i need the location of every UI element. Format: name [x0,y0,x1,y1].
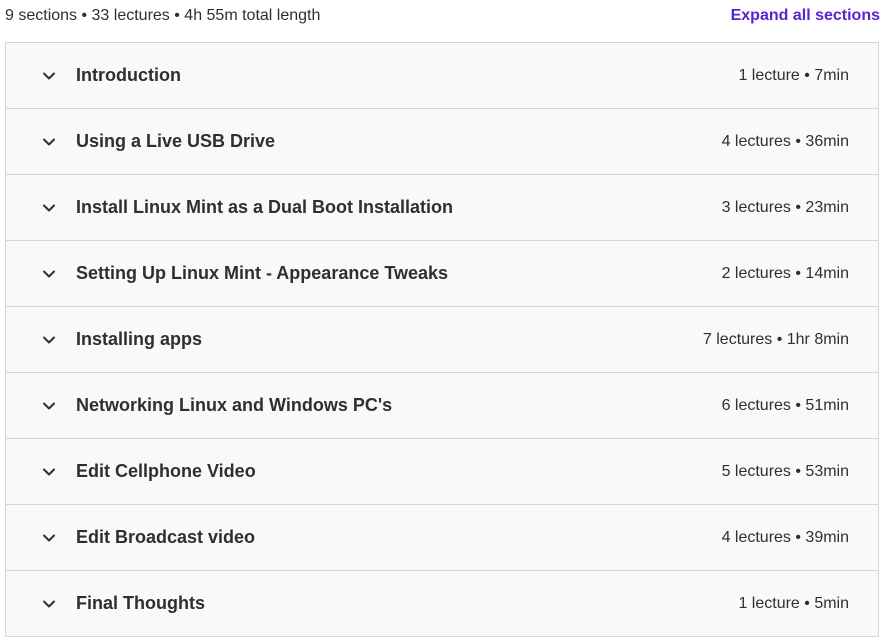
section-title: Install Linux Mint as a Dual Boot Instal… [76,197,454,217]
chevron-down-icon [42,333,56,347]
curriculum-summary: 9 sections • 33 lectures • 4h 55m total … [5,7,321,24]
section-row-installing-apps[interactable]: Installing apps 7 lectures • 1hr 8min [6,307,878,373]
section-row-networking[interactable]: Networking Linux and Windows PC's 6 lect… [6,373,878,439]
section-title: Introduction [76,65,181,85]
section-row-cellphone-video[interactable]: Edit Cellphone Video 5 lectures • 53min [6,439,878,505]
curriculum-header: 9 sections • 33 lectures • 4h 55m total … [0,0,885,42]
section-meta: 4 lectures • 36min [721,132,849,150]
section-row-broadcast-video[interactable]: Edit Broadcast video 4 lectures • 39min [6,505,878,571]
chevron-down-icon [42,267,56,281]
chevron-down-icon [42,399,56,413]
chevron-down-icon [42,465,56,479]
section-meta: 1 lecture • 7min [738,66,849,84]
section-title: Networking Linux and Windows PC's [76,395,393,415]
expand-all-sections-button[interactable]: Expand all sections [731,7,880,25]
chevron-down-icon [42,597,56,611]
section-meta: 6 lectures • 51min [721,396,849,414]
section-row-appearance-tweaks[interactable]: Setting Up Linux Mint - Appearance Tweak… [6,241,878,307]
chevron-down-icon [42,531,56,545]
section-row-dual-boot[interactable]: Install Linux Mint as a Dual Boot Instal… [6,175,878,241]
section-meta: 5 lectures • 53min [721,462,849,480]
section-meta: 1 lecture • 5min [738,594,849,612]
chevron-down-icon [42,69,56,83]
section-row-introduction[interactable]: Introduction 1 lecture • 7min [6,43,878,109]
section-title: Installing apps [76,329,203,349]
section-meta: 4 lectures • 39min [721,528,849,546]
section-meta: 7 lectures • 1hr 8min [702,330,849,348]
section-title: Using a Live USB Drive [76,131,276,151]
section-title: Edit Broadcast video [76,527,256,547]
section-meta: 2 lectures • 14min [721,264,849,282]
chevron-down-icon [42,201,56,215]
section-title: Edit Cellphone Video [76,461,256,481]
curriculum-section-list: Introduction 1 lecture • 7min Using a Li… [5,42,879,637]
section-title: Setting Up Linux Mint - Appearance Tweak… [76,263,449,283]
section-title: Final Thoughts [76,593,205,613]
chevron-down-icon [42,135,56,149]
section-row-live-usb[interactable]: Using a Live USB Drive 4 lectures • 36mi… [6,109,878,175]
section-meta: 3 lectures • 23min [721,198,849,216]
section-row-final-thoughts[interactable]: Final Thoughts 1 lecture • 5min [6,571,878,636]
